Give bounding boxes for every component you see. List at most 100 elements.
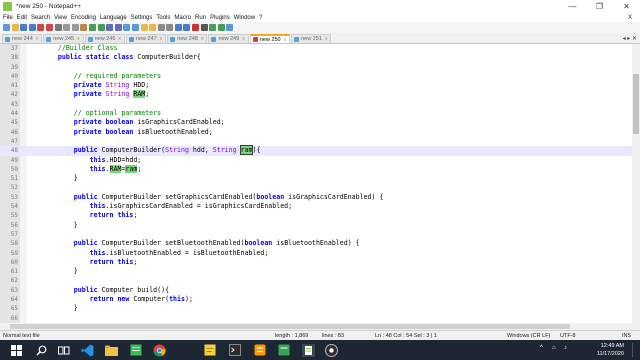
tray-chevron-icon[interactable]: ^: [540, 345, 543, 351]
code-line[interactable]: 65 }: [0, 304, 640, 313]
notepadpp-icon[interactable]: [301, 343, 315, 357]
new-file-icon[interactable]: [3, 24, 10, 31]
menu-search[interactable]: Search: [31, 15, 50, 21]
menu-view[interactable]: View: [54, 15, 67, 21]
taskbar-clock[interactable]: 12:49 AM 11/17/2020: [597, 342, 624, 358]
tab-new-247[interactable]: new 247 x: [125, 34, 167, 43]
record-macro-icon[interactable]: [192, 24, 200, 31]
run-macro-icon[interactable]: [217, 24, 225, 31]
code-line[interactable]: 49 this.HDD=hdd;: [0, 156, 640, 165]
tab-close-icon[interactable]: x: [160, 36, 163, 42]
code-line[interactable]: 42 private String RAM;: [0, 90, 640, 99]
show-all-chars-icon[interactable]: [157, 24, 165, 31]
tab-new-246[interactable]: new 246 x: [84, 34, 125, 43]
windows-start-icon[interactable]: [9, 343, 23, 357]
tab-new-248[interactable]: new 248 x: [167, 34, 208, 43]
search-icon[interactable]: [34, 343, 48, 357]
code-line[interactable]: 64 return new Computer(this);: [0, 295, 640, 304]
menu-macro[interactable]: Macro: [174, 15, 191, 21]
vertical-scrollbar[interactable]: [632, 44, 640, 330]
volume-icon[interactable]: ♪: [564, 345, 567, 351]
paste-icon[interactable]: [80, 24, 88, 31]
save-all-icon[interactable]: [28, 24, 36, 31]
function-list-icon[interactable]: [183, 24, 191, 31]
task-view-icon[interactable]: [57, 343, 71, 357]
code-line[interactable]: 47: [0, 137, 640, 146]
show-desktop-button[interactable]: [632, 343, 638, 357]
find-icon[interactable]: [106, 24, 114, 31]
terminal-icon[interactable]: [228, 343, 242, 357]
menu-run[interactable]: Run: [195, 15, 206, 21]
code-editor[interactable]: 37 //Builder Class 38 public static class…: [0, 44, 640, 331]
doc-map-icon[interactable]: [174, 24, 182, 31]
code-line[interactable]: 43: [0, 100, 640, 109]
code-line[interactable]: 66: [0, 314, 640, 323]
code-line[interactable]: 53 public ComputerBuilder setGraphicsCar…: [0, 193, 640, 202]
menu-window[interactable]: Window: [234, 15, 255, 21]
tab-close-icon[interactable]: x: [325, 36, 328, 42]
network-icon[interactable]: ⌂: [552, 345, 556, 351]
maximize-button[interactable]: ❐: [586, 0, 613, 13]
code-line[interactable]: 50 this.RAM=ram;: [0, 164, 640, 174]
horizontal-scrollbar[interactable]: [0, 323, 632, 330]
tab-close-icon[interactable]: x: [201, 36, 204, 42]
notes-app-icon[interactable]: [277, 343, 291, 357]
menu-language[interactable]: Language: [100, 15, 127, 21]
open-file-icon[interactable]: [11, 24, 19, 31]
zoom-out-icon[interactable]: [131, 24, 139, 31]
menu-help[interactable]: ?: [259, 15, 262, 21]
tab-new-249[interactable]: new 249 x: [208, 34, 249, 43]
code-line[interactable]: 44 // optional parameters: [0, 109, 640, 118]
word-wrap-icon[interactable]: [149, 24, 157, 31]
notes-icon[interactable]: [129, 343, 143, 357]
minimize-button[interactable]: —: [559, 0, 586, 13]
close-file-icon[interactable]: [37, 24, 45, 31]
save-icon[interactable]: [20, 24, 28, 31]
status-encoding[interactable]: UTF-8: [560, 333, 576, 339]
horizontal-scroll-thumb[interactable]: [10, 324, 570, 329]
status-eol[interactable]: Windows (CR LF): [507, 333, 550, 339]
tab-close-icon[interactable]: x: [118, 36, 121, 42]
code-line[interactable]: 38 public static class ComputerBuilder{: [0, 53, 640, 62]
code-line[interactable]: 62: [0, 276, 640, 285]
menu-encoding[interactable]: Encoding: [71, 15, 96, 21]
print-icon[interactable]: [54, 24, 62, 31]
code-line[interactable]: 56 }: [0, 221, 640, 230]
replace-icon[interactable]: [114, 24, 122, 31]
tab-close-icon[interactable]: x: [36, 36, 39, 42]
menu-file[interactable]: File: [3, 15, 13, 21]
play-macro-icon[interactable]: [209, 24, 217, 31]
code-line[interactable]: 41 private String HDD;: [0, 81, 640, 90]
cut-icon[interactable]: [63, 24, 71, 31]
tab-new-244[interactable]: new 244 x: [2, 34, 43, 43]
code-line[interactable]: 51 }: [0, 174, 640, 183]
code-line[interactable]: 54 this.isGraphicsCardEnabled = isGraphi…: [0, 202, 640, 211]
code-line[interactable]: 57: [0, 230, 640, 239]
menu-plugins[interactable]: Plugins: [210, 15, 230, 21]
redo-icon[interactable]: [97, 24, 105, 31]
sticky-notes-icon[interactable]: [203, 343, 217, 357]
file-explorer-icon[interactable]: [104, 343, 118, 357]
tab-scroll-arrows[interactable]: ◂ ▸ ✕: [623, 35, 637, 42]
vertical-scroll-thumb[interactable]: [633, 74, 639, 134]
code-line[interactable]: 45 private boolean isGraphicsCardEnabled…: [0, 118, 640, 127]
menu-tools[interactable]: Tools: [156, 15, 170, 21]
sync-scroll-icon[interactable]: [140, 24, 148, 31]
close-document-button[interactable]: X: [628, 15, 632, 21]
tab-new-251[interactable]: new 251 x: [291, 34, 332, 43]
tab-new-250[interactable]: new 250 x: [249, 34, 291, 43]
code-line[interactable]: 48 public ComputerBuilder(String hdd, St…: [0, 145, 640, 156]
code-line[interactable]: 46 private boolean isBluetoothEnabled;: [0, 128, 640, 137]
code-line[interactable]: 58 public ComputerBuilder setBluetoothEn…: [0, 239, 640, 248]
indent-guide-icon[interactable]: [166, 24, 174, 31]
tab-close-icon[interactable]: x: [77, 36, 80, 42]
tab-close-icon[interactable]: x: [284, 37, 287, 43]
zoom-in-icon[interactable]: [123, 24, 131, 31]
sublime-icon[interactable]: [253, 343, 267, 357]
code-line[interactable]: 61 }: [0, 267, 640, 276]
menu-edit[interactable]: Edit: [17, 15, 27, 21]
code-line[interactable]: 39: [0, 63, 640, 72]
close-all-icon[interactable]: [45, 24, 53, 31]
stop-macro-icon[interactable]: [200, 24, 208, 31]
code-line[interactable]: 63 public Computer build(){: [0, 286, 640, 295]
